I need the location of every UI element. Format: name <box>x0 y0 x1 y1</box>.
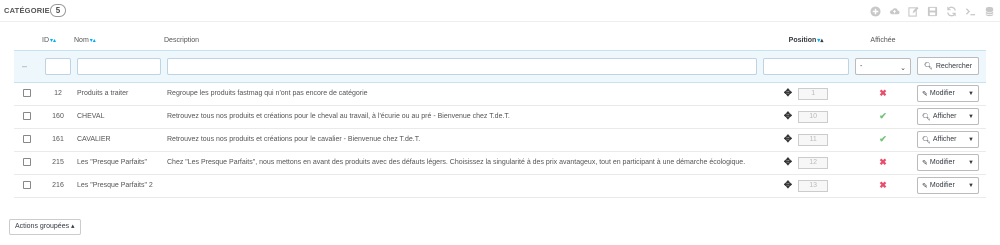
caret-down-icon[interactable]: ▼ <box>964 160 978 166</box>
table-row[interactable]: 161 CAVALIER Retrouvez tous nos produits e… <box>14 128 986 152</box>
search-button[interactable]: 🔍︎ Rechercher <box>917 57 979 75</box>
row-action-button[interactable]: 🔍︎ Afficher ▼ <box>917 108 979 125</box>
position-box: 13 <box>798 179 829 192</box>
column-header-name[interactable]: Nom▾▴ <box>74 32 164 50</box>
position-box: 10 <box>798 110 829 123</box>
view-icon: 🔍︎ <box>922 113 931 121</box>
refresh-icon[interactable] <box>944 4 958 18</box>
view-icon: 🔍︎ <box>922 136 931 144</box>
bulk-actions-button[interactable]: Actions groupées ▴ <box>9 219 81 235</box>
sort-arrows-icon[interactable]: ▾▴ <box>90 38 96 44</box>
row-action-button[interactable]: 🔍︎ Afficher ▼ <box>917 131 979 148</box>
caret-down-icon[interactable]: ▼ <box>964 183 978 189</box>
panel-title: CATÉGORIES <box>4 6 56 15</box>
table-row[interactable]: 215 Les "Presque Parfaits" Chez "Les Presq… <box>14 151 986 175</box>
table-row[interactable]: 12 Produits a traiter Regroupe les produit… <box>14 82 986 106</box>
sort-arrows-icon[interactable]: ▾▴ <box>50 38 56 44</box>
categories-panel: CATÉGORIES 5 ID▾▴ Nom▾▴ Description Posi… <box>0 0 1000 245</box>
row-checkbox[interactable] <box>23 157 31 166</box>
filter-dash: – <box>22 61 28 71</box>
row-id: 215 <box>42 151 74 175</box>
add-icon[interactable] <box>868 4 882 18</box>
row-id: 12 <box>42 82 74 106</box>
count-badge: 5 <box>50 4 66 17</box>
filter-row: – - ⌄ 🔍︎ Rechercher <box>14 49 986 83</box>
row-description: Regroupe les produits fastmag qui n'ont … <box>164 82 760 106</box>
filter-description-input[interactable] <box>167 57 757 75</box>
toolbar <box>868 4 996 18</box>
categories-table: ID▾▴ Nom▾▴ Description Position▾▴ Affich… <box>14 32 986 198</box>
table-row[interactable]: 160 CHEVAL Retrouvez tous nos produits et … <box>14 105 986 129</box>
drag-handle-icon[interactable]: ✥ <box>784 157 792 168</box>
column-header-position[interactable]: Position▾▴ <box>760 32 852 50</box>
cross-icon[interactable]: ✖ <box>879 157 887 167</box>
filter-displayed-select[interactable]: - ⌄ <box>855 57 911 75</box>
drag-handle-icon[interactable]: ✥ <box>784 88 792 99</box>
row-description: Retrouvez tous nos produits et créations… <box>164 128 760 152</box>
position-box: 1 <box>798 87 829 100</box>
pencil-icon: ✎ <box>922 182 928 190</box>
filter-name-input[interactable] <box>77 57 161 75</box>
drag-handle-icon[interactable]: ✥ <box>784 134 792 145</box>
row-checkbox[interactable] <box>23 180 31 189</box>
column-header-displayed: Affichée <box>870 37 896 45</box>
caret-down-icon[interactable]: ▼ <box>964 137 978 143</box>
pencil-icon: ✎ <box>922 159 928 167</box>
row-description: Chez "Les Presque Parfaits", nous metton… <box>164 151 760 175</box>
save-icon[interactable] <box>925 4 939 18</box>
row-action-button[interactable]: ✎ Modifier ▼ <box>917 85 979 102</box>
position-box: 11 <box>798 133 829 146</box>
row-description: Retrouvez tous nos produits et créations… <box>164 105 760 129</box>
row-description <box>164 174 760 198</box>
check-icon[interactable]: ✔ <box>879 111 887 121</box>
column-header-description: Description <box>164 37 200 45</box>
pencil-icon: ✎ <box>922 90 928 98</box>
row-id: 160 <box>42 105 74 129</box>
column-header-id[interactable]: ID▾▴ <box>42 32 74 50</box>
check-icon[interactable]: ✔ <box>879 134 887 144</box>
cloud-upload-icon[interactable] <box>887 4 901 18</box>
position-box: 12 <box>798 156 829 169</box>
edit-icon[interactable] <box>906 4 920 18</box>
row-name: Les "Presque Parfaits" 2 <box>74 174 164 198</box>
drag-handle-icon[interactable]: ✥ <box>784 180 792 191</box>
search-icon: 🔍︎ <box>923 63 933 70</box>
drag-handle-icon[interactable]: ✥ <box>784 111 792 122</box>
cross-icon[interactable]: ✖ <box>879 180 887 190</box>
database-icon[interactable] <box>982 4 996 18</box>
caret-down-icon[interactable]: ▼ <box>964 114 978 120</box>
row-name: CHEVAL <box>74 105 164 129</box>
panel-header: CATÉGORIES 5 <box>0 0 1000 22</box>
filter-id-input[interactable] <box>45 57 71 75</box>
terminal-icon[interactable] <box>963 4 977 18</box>
row-checkbox[interactable] <box>23 134 31 143</box>
row-id: 216 <box>42 174 74 198</box>
filter-position-input[interactable] <box>763 57 849 75</box>
row-id: 161 <box>42 128 74 152</box>
cross-icon[interactable]: ✖ <box>879 88 887 98</box>
row-checkbox[interactable] <box>23 111 31 120</box>
row-name: Les "Presque Parfaits" <box>74 151 164 175</box>
row-action-button[interactable]: ✎ Modifier ▼ <box>917 154 979 171</box>
chevron-down-icon: ⌄ <box>900 64 906 72</box>
table-row[interactable]: 216 Les "Presque Parfaits" 2 ✥ 13 ✖ ✎ Modifier… <box>14 174 986 198</box>
caret-down-icon[interactable]: ▼ <box>964 91 978 97</box>
row-name: CAVALIER <box>74 128 164 152</box>
row-checkbox[interactable] <box>23 88 31 97</box>
row-name: Produits a traiter <box>74 82 164 106</box>
row-action-button[interactable]: ✎ Modifier ▼ <box>917 177 979 194</box>
